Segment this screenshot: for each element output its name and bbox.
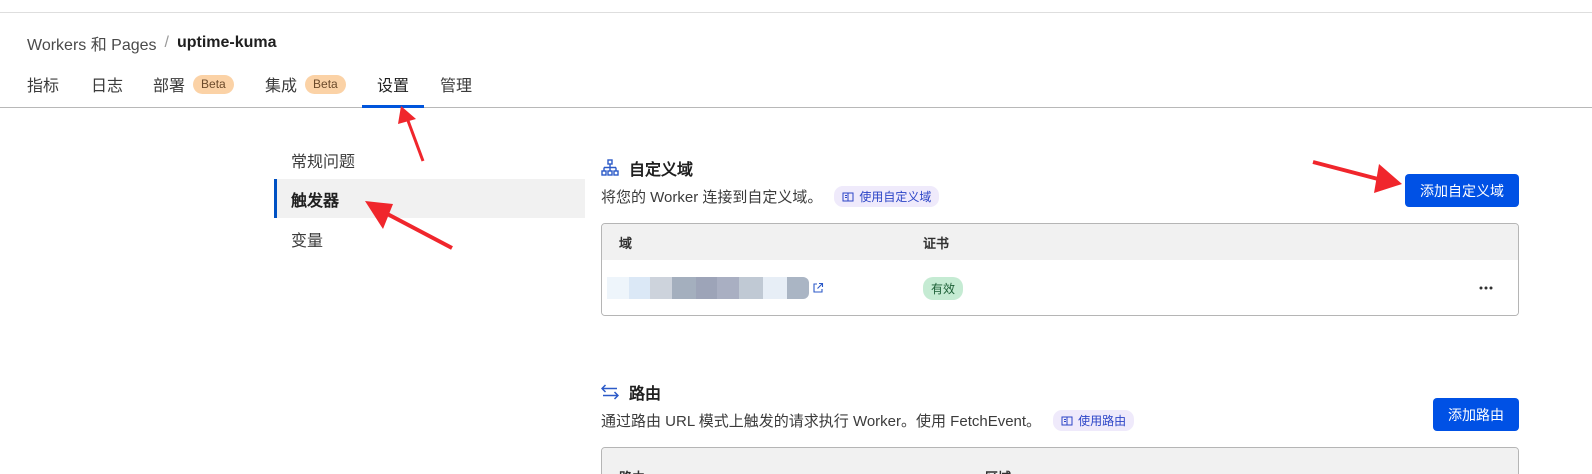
breadcrumb: Workers 和 Pages / uptime-kuma	[27, 31, 277, 55]
tab-metrics[interactable]: 指标	[27, 60, 59, 108]
status-badge: 有效	[923, 276, 964, 300]
tab-manage[interactable]: 管理	[440, 60, 472, 108]
routes-description: 通过路由 URL 模式上触发的请求执行 Worker。使用 FetchEvent…	[601, 413, 1042, 430]
tab-label: 设置	[377, 78, 410, 95]
side-nav-label: 触发器	[291, 192, 340, 210]
column-header-zone: 区域	[985, 458, 1011, 474]
domain-cell	[607, 260, 824, 315]
column-header-domain: 域	[619, 235, 633, 251]
certificate-cell: 有效	[923, 260, 964, 315]
add-custom-domain-button[interactable]: 添加自定义域	[1405, 174, 1519, 207]
book-icon	[1061, 415, 1073, 427]
doc-link-label: 使用路由	[1078, 414, 1127, 428]
routes-doc-link[interactable]: 使用路由	[1053, 410, 1135, 431]
tab-label: 日志	[91, 78, 124, 95]
custom-domains-table: 域 证书 有效	[601, 223, 1519, 316]
sitemap-icon	[601, 159, 619, 177]
more-options-icon[interactable]	[1478, 285, 1494, 291]
tab-label: 管理	[440, 78, 473, 95]
column-header-certificate: 证书	[923, 235, 950, 251]
doc-link-label: 使用自定义域	[859, 190, 932, 204]
row-actions-cell	[1478, 260, 1494, 315]
table-header: 路由 区域	[602, 448, 1518, 474]
tab-bar: 指标 日志 部署 Beta 集成 Beta 设置 管理	[0, 60, 1592, 108]
add-route-button[interactable]: 添加路由	[1433, 398, 1519, 431]
settings-page: Workers 和 Pages / uptime-kuma 指标 日志 部署 B…	[0, 0, 1592, 474]
side-nav-label: 常规问题	[291, 153, 356, 171]
custom-domains-title: 自定义域	[629, 162, 694, 179]
beta-badge: Beta	[193, 74, 234, 94]
annotation-arrow-add-domain	[1312, 160, 1402, 193]
tab-label: 部署	[153, 78, 186, 95]
routes-header: 路由	[601, 380, 661, 404]
tab-label: 集成	[265, 78, 298, 95]
book-icon	[842, 191, 854, 203]
tab-logs[interactable]: 日志	[91, 60, 123, 108]
redacted-domain[interactable]	[607, 277, 809, 299]
breadcrumb-parent-link[interactable]: Workers 和 Pages	[27, 31, 157, 55]
breadcrumb-current: uptime-kuma	[176, 34, 277, 51]
custom-domains-description-row: 将您的 Worker 连接到自定义域。 使用自定义域	[601, 186, 940, 207]
side-nav-item-variables[interactable]: 变量	[274, 219, 585, 258]
swap-arrows-icon	[601, 383, 619, 401]
routes-description-row: 通过路由 URL 模式上触发的请求执行 Worker。使用 FetchEvent…	[601, 410, 1135, 431]
breadcrumb-separator: /	[164, 34, 169, 51]
tab-settings[interactable]: 设置	[377, 60, 409, 108]
active-tab-indicator	[362, 105, 424, 108]
custom-domains-header: 自定义域	[601, 156, 693, 180]
routes-title: 路由	[629, 386, 662, 403]
tab-label: 指标	[27, 78, 60, 95]
beta-badge: Beta	[305, 74, 346, 94]
table-header: 域 证书	[602, 224, 1518, 260]
tab-deployments[interactable]: 部署 Beta	[153, 60, 234, 108]
column-header-route: 路由	[619, 458, 645, 474]
side-nav-item-triggers[interactable]: 触发器	[274, 179, 585, 218]
custom-domains-doc-link[interactable]: 使用自定义域	[834, 186, 940, 207]
external-link-icon[interactable]	[812, 282, 824, 294]
side-nav-item-general[interactable]: 常规问题	[274, 140, 585, 179]
tab-integrations[interactable]: 集成 Beta	[265, 60, 346, 108]
top-divider	[0, 12, 1592, 13]
side-nav-label: 变量	[291, 232, 324, 250]
custom-domains-description: 将您的 Worker 连接到自定义域。	[601, 189, 823, 206]
table-row: 有效	[602, 260, 1518, 315]
routes-table: 路由 区域	[601, 447, 1519, 474]
